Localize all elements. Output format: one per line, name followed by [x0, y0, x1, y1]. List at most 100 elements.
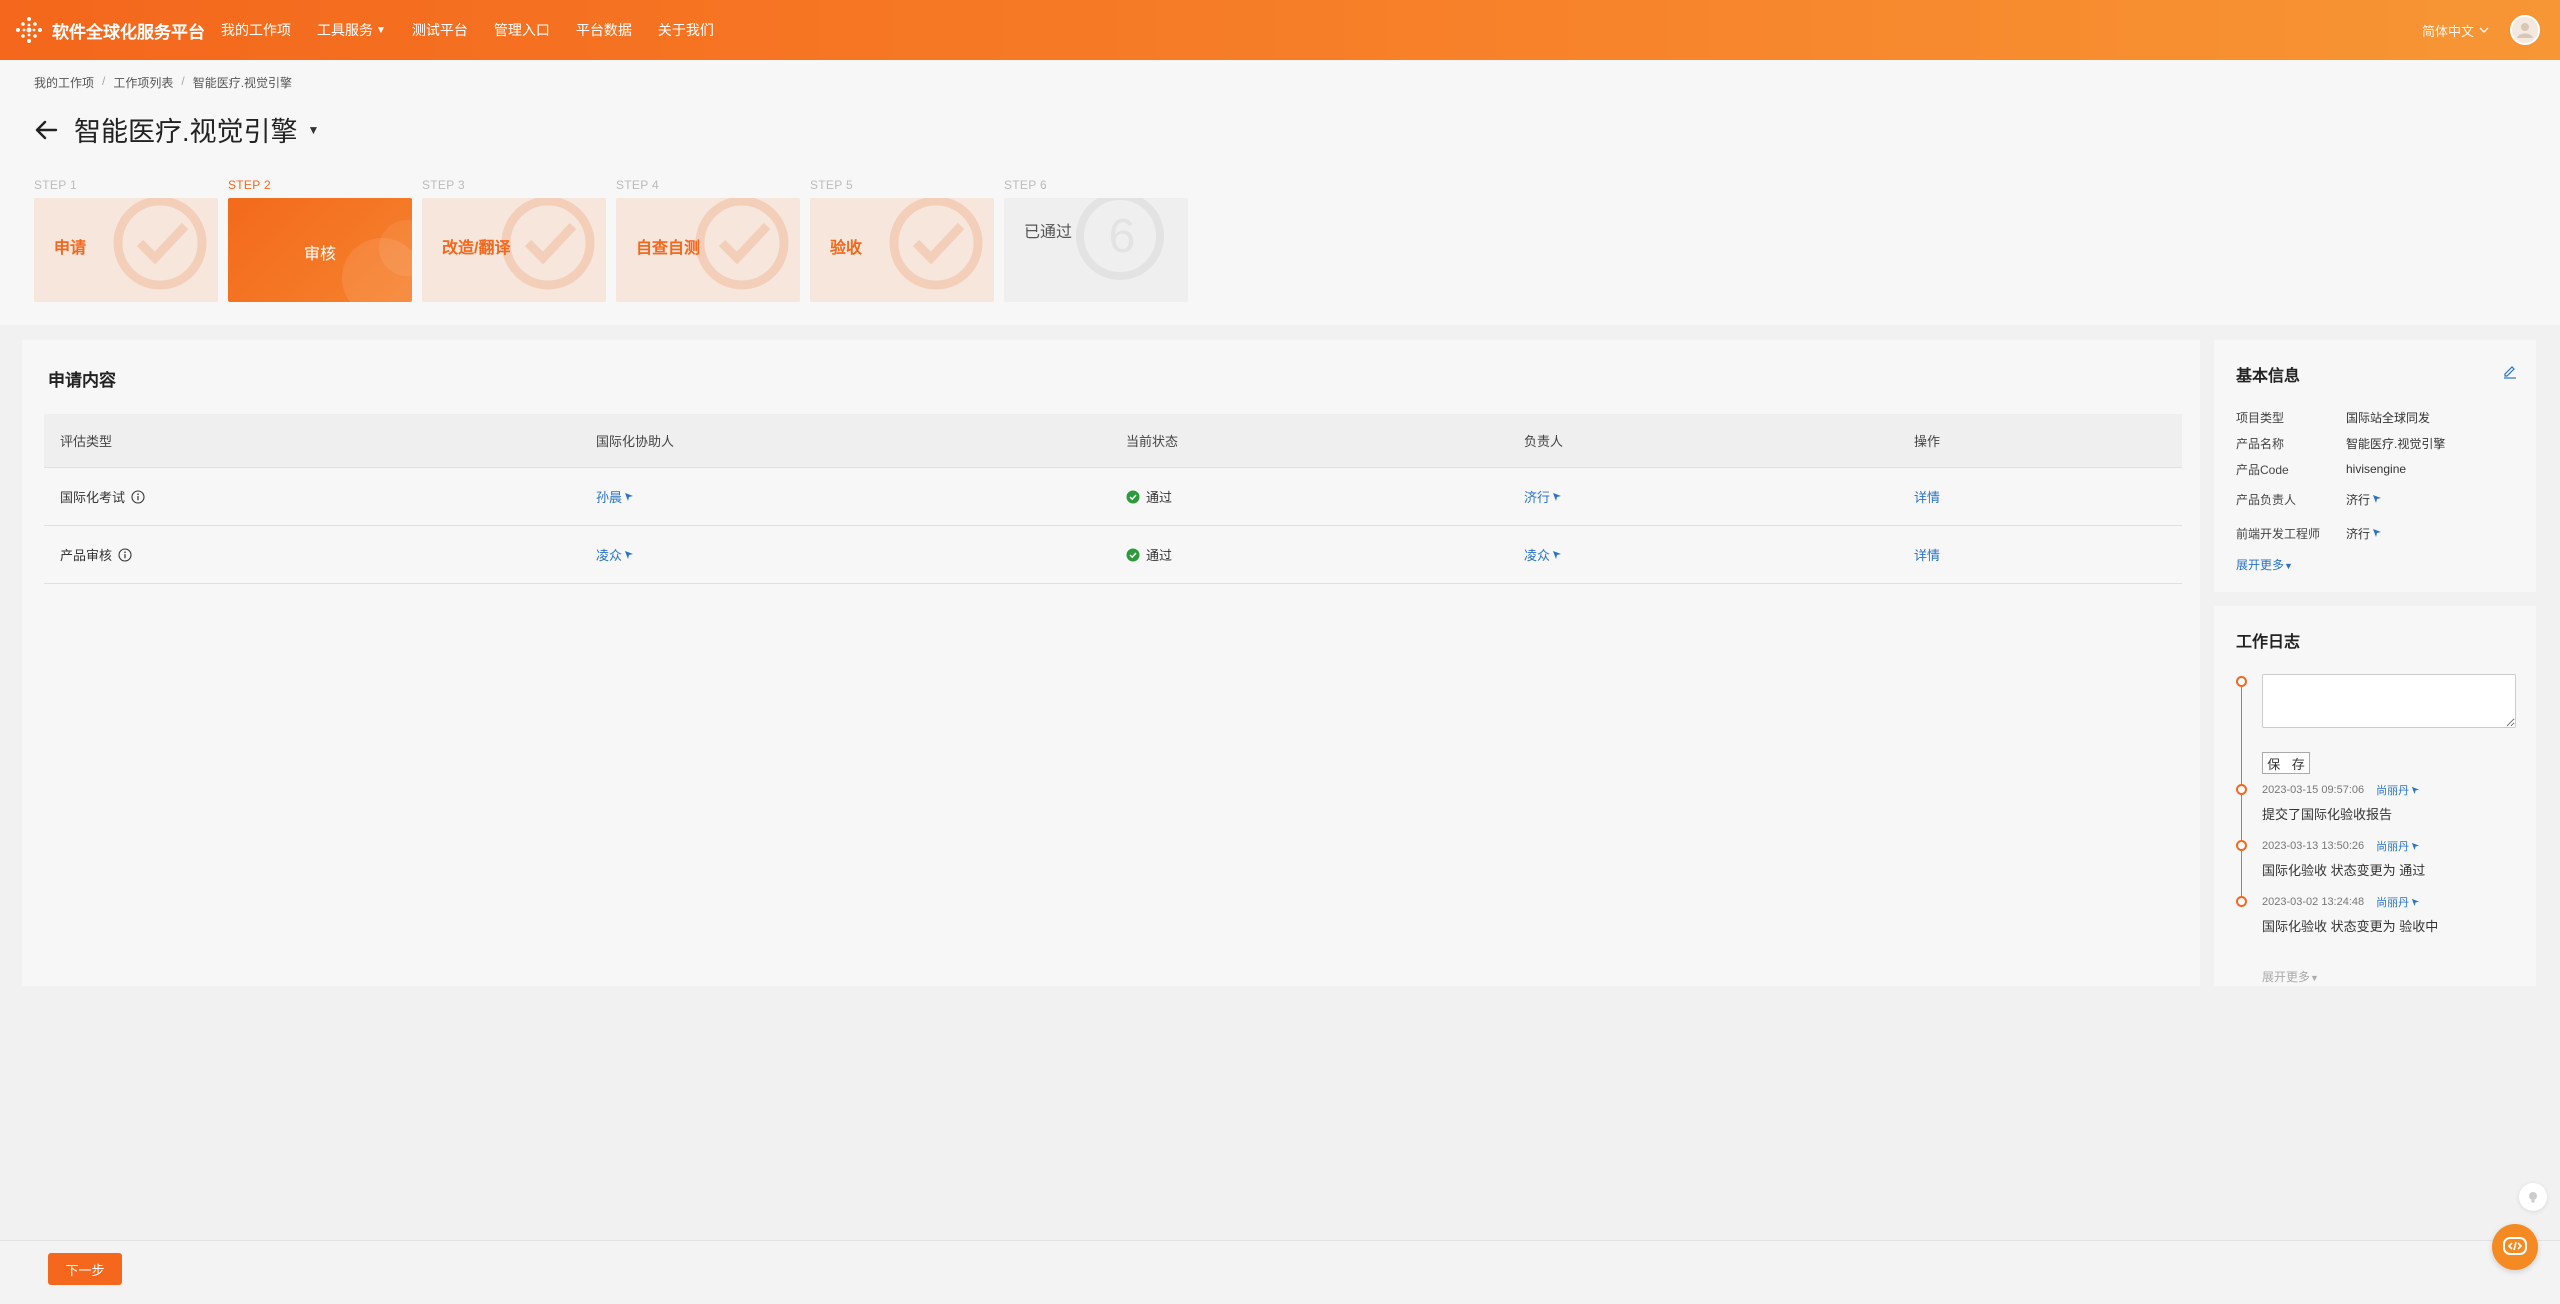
column-header-status: 当前状态	[1126, 434, 1179, 449]
log-expand-more-link[interactable]: 展开更多▼	[2262, 968, 2319, 985]
nav-test-platform[interactable]: 测试平台	[412, 20, 468, 40]
panel-title: 基本信息	[2236, 368, 2301, 385]
chat-icon	[2412, 786, 2420, 794]
log-entry: 2023-03-15 09:57:06 尚丽丹 提交了国际化验收报告	[2262, 782, 2526, 823]
step-3[interactable]: STEP 3 改造/翻译	[422, 176, 606, 302]
assistant-link[interactable]: 凌众	[596, 545, 634, 564]
app-logo[interactable]: 软件全球化服务平台	[14, 15, 205, 45]
step-label: STEP 1	[34, 178, 77, 192]
chevron-down-icon	[2479, 27, 2489, 33]
back-arrow-icon[interactable]	[32, 116, 60, 144]
breadcrumb-separator: /	[102, 74, 106, 88]
step-2[interactable]: STEP 2 审核	[228, 176, 412, 302]
column-header-type: 评估类型	[60, 434, 113, 449]
chat-icon	[625, 492, 634, 501]
owner-link[interactable]: 济行	[1524, 487, 1562, 506]
expand-more-link[interactable]: 展开更多▼	[2236, 556, 2293, 573]
info-icon[interactable]	[131, 489, 145, 504]
column-header-owner: 负责人	[1524, 434, 1564, 449]
info-row-product-code: 产品Code hivisengine	[2236, 456, 2526, 482]
next-step-button[interactable]: 下一步	[48, 1253, 122, 1285]
floating-help-button[interactable]	[2492, 1224, 2538, 1270]
log-text: 国际化验收 状态变更为 通过	[2262, 863, 2426, 878]
step-label: STEP 2	[228, 178, 271, 192]
info-value: 国际站全球同发	[2346, 410, 2431, 425]
language-label: 简体中文	[2421, 23, 2474, 39]
assessment-type: 国际化考试	[60, 490, 126, 505]
owner-name: 济行	[1524, 490, 1551, 505]
check-circle-icon	[889, 198, 983, 290]
log-user-link[interactable]: 尚丽丹	[2376, 894, 2420, 910]
step-label: STEP 6	[1004, 178, 1047, 192]
nav-admin-entry[interactable]: 管理入口	[494, 20, 550, 40]
main-nav: 我的工作项 工具服务 ▼ 测试平台 管理入口 平台数据 关于我们	[221, 20, 714, 40]
step-label: STEP 5	[810, 178, 853, 192]
step-card: 改造/翻译	[422, 198, 606, 302]
step-4[interactable]: STEP 4 自查自测	[616, 176, 800, 302]
chat-icon	[1553, 492, 1562, 501]
step-number: 6	[1109, 210, 1136, 263]
timeline-dot	[2236, 676, 2247, 687]
status-text: 通过	[1146, 490, 1173, 505]
expand-more-label: 展开更多	[2236, 558, 2285, 572]
log-user-link[interactable]: 尚丽丹	[2376, 782, 2420, 798]
breadcrumb-item-my-work[interactable]: 我的工作项	[34, 74, 94, 91]
assistant-name: 凌众	[596, 548, 623, 563]
log-time: 2023-03-02 13:24:48	[2262, 896, 2365, 908]
info-key: 前端开发工程师	[2236, 526, 2321, 541]
top-navbar: 软件全球化服务平台 我的工作项 工具服务 ▼ 测试平台 管理入口 平台数据 关于我…	[0, 0, 2560, 60]
edit-icon[interactable]	[2502, 364, 2518, 380]
details-link[interactable]: 详情	[1914, 545, 1940, 564]
avatar-icon	[2517, 23, 2533, 38]
section-title: 申请内容	[48, 371, 116, 390]
log-user: 尚丽丹	[2376, 785, 2410, 797]
breadcrumb-item-current: 智能医疗.视觉引擎	[192, 76, 293, 90]
log-user-link[interactable]: 尚丽丹	[2376, 838, 2420, 854]
info-value: 济行	[2346, 526, 2371, 541]
step-name: 审核	[304, 246, 337, 263]
details-link[interactable]: 详情	[1914, 487, 1940, 506]
caret-down-icon: ▼	[376, 24, 386, 36]
breadcrumb-item-list[interactable]: 工作项列表	[113, 74, 173, 91]
log-input[interactable]	[2262, 674, 2516, 728]
step-card: 验收	[810, 198, 994, 302]
caret-down-icon: ▼	[2310, 973, 2319, 983]
nav-tool-services[interactable]: 工具服务 ▼	[317, 20, 386, 40]
panel-title: 工作日志	[2236, 634, 2301, 651]
step-card-active: 审核	[228, 198, 412, 302]
step-5[interactable]: STEP 5 验收	[810, 176, 994, 302]
step-6[interactable]: STEP 6 6 已通过	[1004, 176, 1188, 302]
info-key: 产品Code	[2236, 462, 2289, 477]
step-name: 验收	[830, 240, 863, 257]
step-1[interactable]: STEP 1 申请	[34, 176, 218, 302]
code-chat-icon	[2503, 1237, 2527, 1255]
step-name: 申请	[54, 240, 87, 257]
log-time: 2023-03-13 13:50:26	[2262, 840, 2365, 852]
info-value: 济行	[2346, 492, 2371, 507]
user-avatar[interactable]	[2510, 15, 2540, 45]
info-value: hivisengine	[2346, 462, 2407, 476]
nav-my-work-items[interactable]: 我的工作项	[221, 20, 291, 40]
step-name: 已通过	[1024, 224, 1073, 241]
owner-link[interactable]: 凌众	[1524, 545, 1562, 564]
nav-platform-data[interactable]: 平台数据	[576, 20, 632, 40]
info-icon[interactable]	[118, 547, 132, 562]
log-text: 提交了国际化验收报告	[2262, 807, 2393, 822]
floating-feedback-button[interactable]	[2519, 1183, 2547, 1211]
save-button[interactable]: 保 存	[2262, 752, 2310, 774]
logo-icon	[16, 17, 42, 43]
chat-icon	[625, 550, 634, 559]
step-name: 改造/翻译	[442, 240, 511, 257]
language-selector[interactable]: 简体中文	[2422, 21, 2490, 40]
nav-about-us[interactable]: 关于我们	[658, 20, 714, 40]
step-card: 自查自测	[616, 198, 800, 302]
frontend-engineer-link[interactable]: 济行	[2346, 525, 2382, 542]
product-owner-link[interactable]: 济行	[2346, 491, 2382, 508]
step-name: 自查自测	[636, 240, 701, 257]
column-header-action: 操作	[1914, 434, 1941, 449]
assistant-link[interactable]: 孙晨	[596, 487, 634, 506]
title-dropdown-icon[interactable]: ▼	[308, 123, 320, 137]
breadcrumb: 我的工作项 / 工作项列表 / 智能医疗.视觉引擎	[34, 74, 292, 91]
chat-icon	[1553, 550, 1562, 559]
timeline-dot	[2236, 784, 2247, 795]
